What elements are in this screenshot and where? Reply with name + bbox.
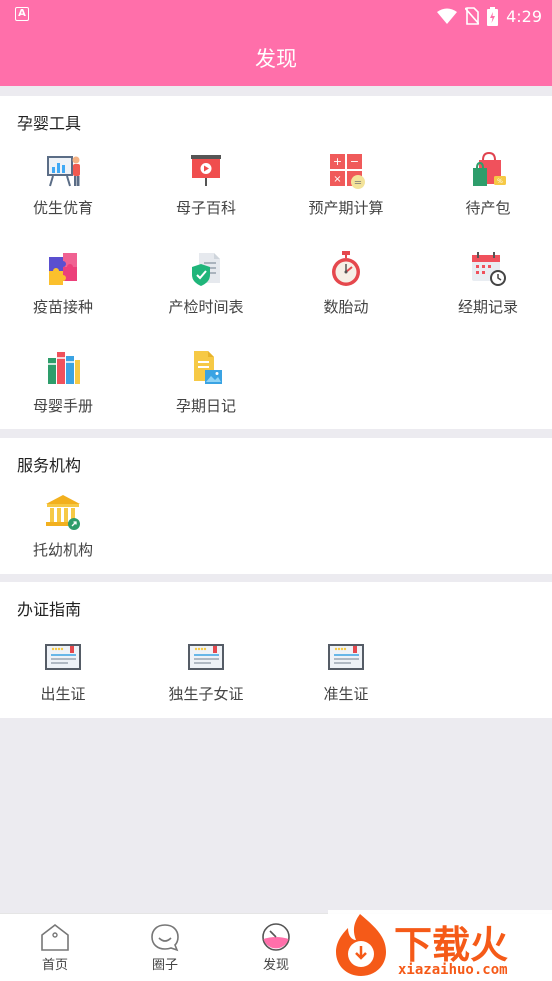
item-label: 托幼机构	[32, 541, 93, 559]
guide-item-birth-certificate[interactable]: 出生证	[0, 636, 128, 704]
calculator-icon: + − × =	[326, 150, 366, 190]
guide-item-only-child-certificate[interactable]: 独生子女证	[141, 636, 271, 704]
item-label: 数胎动	[323, 298, 369, 316]
page-title: 发现	[255, 47, 297, 71]
watermark-url: xiazaihuo.com	[398, 962, 508, 978]
institution-icon	[43, 492, 83, 532]
presentation-icon	[43, 150, 83, 190]
item-label: 母婴手册	[32, 397, 93, 415]
tool-item-prenatal-education[interactable]: 优生优育	[0, 150, 128, 218]
stopwatch-icon	[326, 249, 366, 289]
item-label: 优生优育	[32, 199, 93, 217]
certificate-icon	[43, 636, 83, 676]
tool-item-handbook[interactable]: 母婴手册	[0, 348, 128, 416]
shield-document-icon	[186, 249, 226, 289]
item-label: 母子百科	[175, 199, 236, 217]
watermark-text: 下载火	[394, 923, 509, 967]
tool-item-period-log[interactable]: 经期记录	[423, 249, 552, 317]
notification-a-icon: A	[15, 7, 29, 21]
svg-text:%: %	[497, 178, 503, 185]
puzzle-icon	[43, 249, 83, 289]
tool-item-encyclopedia[interactable]: 母子百科	[141, 150, 271, 218]
watermark-logo: 下载火 xiazaihuo.com	[328, 910, 552, 981]
tool-item-pregnancy-diary[interactable]: 孕期日记	[141, 348, 271, 416]
tab-label: 首页	[41, 958, 68, 973]
item-label: 出生证	[40, 685, 86, 703]
item-label: 疫苗接种	[32, 298, 93, 316]
svg-text:+: +	[333, 155, 342, 168]
calendar-clock-icon	[468, 249, 508, 289]
certificate-icon	[186, 636, 226, 676]
video-board-icon	[186, 150, 226, 190]
clock-time: 4:29	[506, 6, 542, 26]
battery-charging-icon	[487, 6, 499, 26]
svg-text:×: ×	[333, 174, 341, 185]
discover-icon	[262, 923, 290, 951]
diary-icon	[186, 348, 226, 388]
item-label: 待产包	[465, 199, 511, 217]
item-label: 经期记录	[457, 298, 518, 316]
tab-label: 圈子	[151, 958, 178, 973]
tool-item-kick-counter[interactable]: 数胎动	[281, 249, 411, 317]
tab-label: 发现	[262, 958, 289, 973]
item-label: 独生子女证	[168, 685, 244, 703]
svg-text:−: −	[350, 155, 359, 168]
tab-home[interactable]: 首页	[15, 922, 95, 973]
title-bar: 发现	[0, 32, 552, 86]
wifi-icon	[437, 8, 458, 24]
section-title: 办证指南	[17, 600, 82, 619]
tab-circle[interactable]: 圈子	[125, 922, 205, 973]
no-sim-icon	[465, 7, 480, 25]
guide-item-birth-permit[interactable]: 准生证	[281, 636, 411, 704]
shopping-bags-icon: %	[468, 150, 508, 190]
tool-item-due-date-calculator[interactable]: + − × = 预产期计算	[281, 150, 411, 218]
section-title: 孕婴工具	[17, 114, 82, 133]
item-label: 预产期计算	[308, 199, 384, 217]
books-icon	[43, 348, 83, 388]
tool-item-checkup-schedule[interactable]: 产检时间表	[141, 249, 271, 317]
item-label: 孕期日记	[175, 397, 236, 415]
section-service-institutions: 服务机构 托幼机构	[0, 438, 552, 574]
tab-discover[interactable]: 发现	[236, 922, 316, 973]
svg-text:=: =	[354, 178, 362, 189]
section-title: 服务机构	[17, 456, 82, 475]
item-label: 准生证	[323, 685, 369, 703]
tool-item-hospital-bag[interactable]: % 待产包	[423, 150, 552, 218]
section-certificate-guide: 办证指南 出生证 独生子女证 准生证	[0, 582, 552, 718]
section-pregnancy-tools: 孕婴工具 优生优育 母子百科 +−× = 预产期计算 % 待产包 疫苗接种	[0, 96, 552, 429]
status-bar: A 4:29	[0, 0, 552, 32]
flame-logo-icon	[336, 914, 386, 976]
item-label: 产检时间表	[168, 298, 244, 316]
chat-bubble-icon	[151, 924, 179, 952]
service-item-childcare[interactable]: 托幼机构	[0, 492, 128, 560]
tool-item-vaccination[interactable]: 疫苗接种	[0, 249, 128, 317]
home-icon	[41, 923, 69, 951]
certificate-icon	[326, 636, 366, 676]
